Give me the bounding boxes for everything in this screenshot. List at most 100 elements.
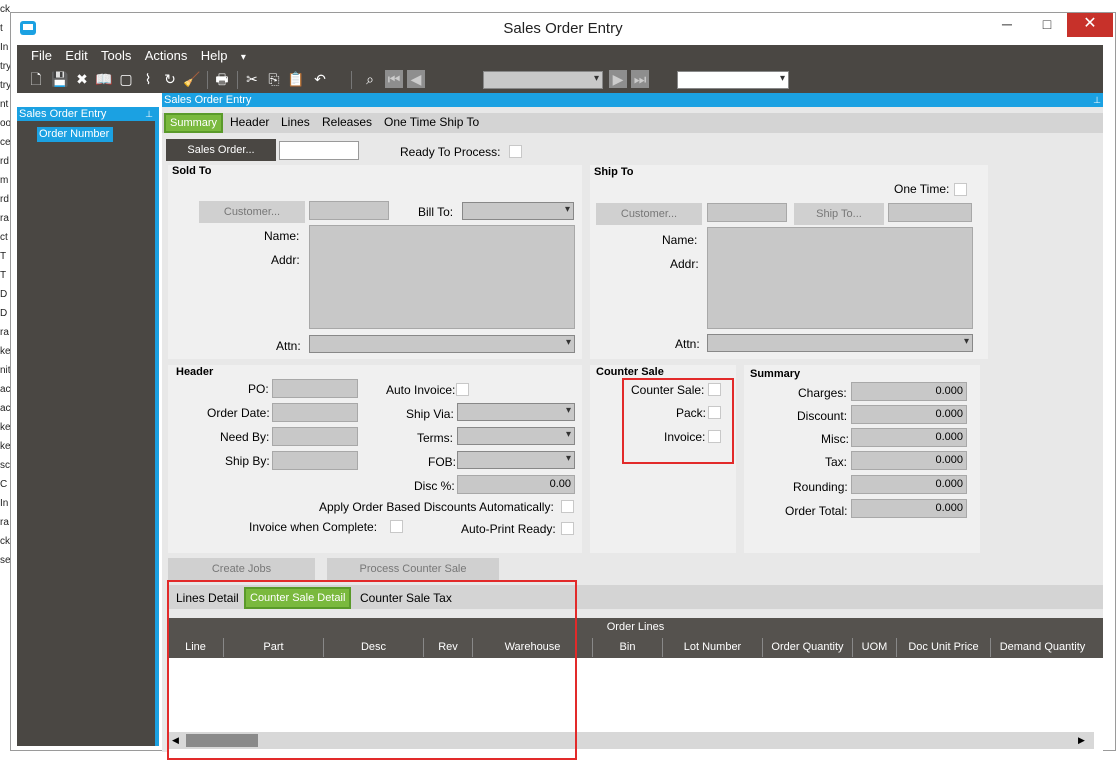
attach-icon[interactable]: ⌇ xyxy=(139,70,157,88)
ready-to-process-checkbox[interactable] xyxy=(509,145,522,158)
column-uom[interactable]: UOM xyxy=(852,638,896,657)
menu-bar: File Edit Tools Actions Help ▾ xyxy=(17,45,1103,67)
auto-invoice-checkbox[interactable] xyxy=(456,383,469,396)
ship-by-label: Ship By: xyxy=(225,454,270,468)
auto-print-ready-checkbox[interactable] xyxy=(561,522,574,535)
copy-icon[interactable]: ⎘ xyxy=(265,70,283,88)
column-doc-unit-price[interactable]: Doc Unit Price xyxy=(896,638,990,657)
apply-discounts-checkbox[interactable] xyxy=(561,500,574,513)
sold-to-name-label: Name: xyxy=(264,229,300,243)
ship-to-addr-label: Addr: xyxy=(670,257,699,271)
column-order-quantity[interactable]: Order Quantity xyxy=(762,638,852,657)
note-icon[interactable]: ▢ xyxy=(117,70,135,88)
process-counter-sale-button[interactable]: Process Counter Sale xyxy=(327,558,499,580)
ship-via-dropdown[interactable] xyxy=(457,403,575,421)
invoice-when-complete-label: Invoice when Complete: xyxy=(249,520,378,534)
binoculars-icon[interactable]: ⌕ xyxy=(361,70,379,88)
toolbar-separator xyxy=(207,71,208,89)
tab-lines[interactable]: Lines xyxy=(281,115,310,129)
sales-order-input[interactable] xyxy=(279,141,359,160)
save-icon[interactable]: 💾 xyxy=(51,70,69,88)
sold-to-address-box[interactable] xyxy=(309,225,575,329)
tax-label: Tax: xyxy=(825,455,848,469)
column-lot-number[interactable]: Lot Number xyxy=(662,638,762,657)
ship-to-customer-button[interactable]: Customer... xyxy=(596,203,702,225)
pin-icon[interactable]: ⊥ xyxy=(1093,93,1101,107)
sold-to-customer-button[interactable]: Customer... xyxy=(199,201,305,223)
previous-record-icon[interactable]: ◀ xyxy=(407,70,425,88)
fob-label: FOB: xyxy=(428,455,457,469)
sold-to-attn-label: Attn: xyxy=(276,339,301,353)
close-button[interactable]: ✕ xyxy=(1067,13,1113,37)
order-date-input[interactable] xyxy=(272,403,358,422)
panel-splitter[interactable] xyxy=(155,107,159,746)
maximize-button[interactable]: □ xyxy=(1027,13,1067,37)
order-date-label: Order Date: xyxy=(207,406,270,420)
sales-order-button[interactable]: Sales Order... xyxy=(166,139,276,161)
ship-to-button[interactable]: Ship To... xyxy=(794,203,884,225)
main-panel-header: Sales Order Entry ⊥ xyxy=(162,93,1103,107)
ship-to-customer-input[interactable] xyxy=(707,203,787,222)
sold-to-attn-dropdown[interactable] xyxy=(309,335,575,353)
invoice-when-complete-checkbox[interactable] xyxy=(390,520,403,533)
layer-dropdown[interactable] xyxy=(677,71,789,89)
new-icon[interactable]: 🗋 xyxy=(27,70,45,88)
menu-file[interactable]: File xyxy=(31,48,52,63)
tab-header[interactable]: Header xyxy=(230,115,269,129)
menu-more-chevron-icon[interactable]: ▾ xyxy=(241,52,246,63)
tree-node-order-number[interactable]: Order Number xyxy=(37,127,113,142)
delete-icon[interactable]: ✖ xyxy=(73,70,91,88)
disc-percent-input[interactable]: 0.00 xyxy=(457,475,575,494)
minimize-button[interactable]: ─ xyxy=(987,13,1027,37)
first-record-icon[interactable]: ⏮ xyxy=(385,70,403,88)
charges-label: Charges: xyxy=(798,386,847,400)
refresh-icon[interactable]: ↻ xyxy=(161,70,179,88)
create-jobs-button[interactable]: Create Jobs xyxy=(168,558,315,580)
tab-releases[interactable]: Releases xyxy=(322,115,372,129)
sold-to-title: Sold To xyxy=(172,165,212,177)
tab-summary[interactable]: Summary xyxy=(164,113,224,133)
auto-invoice-label: Auto Invoice: xyxy=(386,383,456,397)
counter-sale-highlight xyxy=(622,378,734,464)
ship-to-input[interactable] xyxy=(888,203,972,222)
ship-to-address-box[interactable] xyxy=(707,227,973,329)
order-total-label: Order Total: xyxy=(785,504,848,518)
open-book-icon[interactable]: 📖 xyxy=(95,70,113,88)
column-bin[interactable]: Bin xyxy=(592,638,662,657)
undo-icon[interactable]: ↶ xyxy=(311,70,329,88)
menu-tools[interactable]: Tools xyxy=(101,48,131,63)
ship-to-panel: Ship To One Time: Customer... Ship To...… xyxy=(590,165,988,359)
disc-percent-label: Disc %: xyxy=(414,479,455,493)
need-by-input[interactable] xyxy=(272,427,358,446)
sold-to-customer-input[interactable] xyxy=(309,201,389,220)
counter-sale-panel: Counter Sale Counter Sale: Pack: Invoice… xyxy=(590,365,736,553)
scroll-right-icon[interactable]: ▶ xyxy=(1078,734,1090,747)
ship-to-title: Ship To xyxy=(594,166,634,178)
column-demand-quantity[interactable]: Demand Quantity xyxy=(990,638,1094,657)
cut-icon[interactable]: ✂ xyxy=(243,70,261,88)
menu-edit[interactable]: Edit xyxy=(65,48,87,63)
one-time-checkbox[interactable] xyxy=(954,183,967,196)
clear-icon[interactable]: 🧹 xyxy=(183,70,201,88)
next-record-icon[interactable]: ▶ xyxy=(609,70,627,88)
print-icon[interactable]: 🖶 xyxy=(213,70,231,88)
tree-panel-title: Sales Order Entry xyxy=(19,108,107,120)
terms-dropdown[interactable] xyxy=(457,427,575,445)
sales-order-entry-window: Sales Order Entry ─ □ ✕ File Edit Tools … xyxy=(10,12,1116,760)
sold-to-addr-label: Addr: xyxy=(271,253,300,267)
po-input[interactable] xyxy=(272,379,358,398)
fob-dropdown[interactable] xyxy=(457,451,575,469)
ship-to-attn-dropdown[interactable] xyxy=(707,334,973,352)
summary-title: Summary xyxy=(750,368,801,380)
rounding-value: 0.000 xyxy=(851,475,967,494)
pin-icon[interactable]: ⊥ xyxy=(145,107,153,121)
record-navigation-dropdown[interactable] xyxy=(483,71,603,89)
tab-one-time-ship-to[interactable]: One Time Ship To xyxy=(384,115,479,129)
ship-by-input[interactable] xyxy=(272,451,358,470)
paste-icon[interactable]: 📋 xyxy=(287,70,305,88)
menu-help[interactable]: Help xyxy=(201,48,228,63)
main-panel: Sales Order Entry ⊥ Summary Header Lines… xyxy=(162,93,1103,760)
menu-actions[interactable]: Actions xyxy=(145,48,188,63)
bill-to-dropdown[interactable] xyxy=(462,202,574,220)
last-record-icon[interactable]: ⏭ xyxy=(631,70,649,88)
